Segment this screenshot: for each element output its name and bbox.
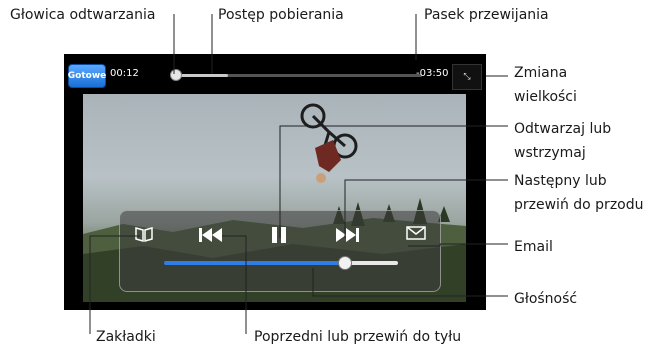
callout-lines: [89, 14, 508, 334]
line-volume: [312, 268, 508, 297]
line-previous: [222, 235, 247, 334]
line-email: [408, 243, 508, 247]
line-bookmarks: [89, 235, 140, 334]
line-next: [344, 179, 508, 238]
line-play-pause: [279, 125, 508, 238]
